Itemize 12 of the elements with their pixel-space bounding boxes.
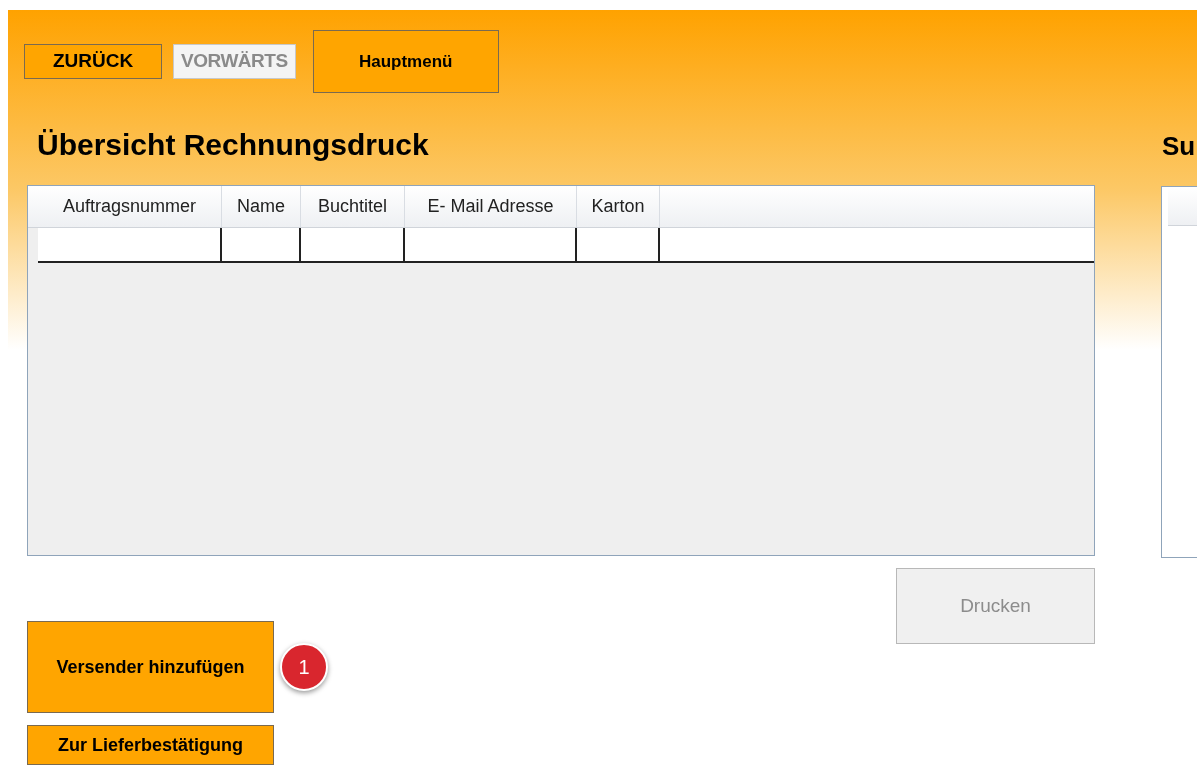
step-badge: 1 (280, 643, 328, 691)
delivery-confirmation-button[interactable]: Zur Lieferbestätigung (27, 725, 274, 765)
column-header[interactable]: Name (222, 186, 301, 227)
column-header[interactable]: Buchtitel (301, 186, 405, 227)
page-title: Übersicht Rechnungsdruck (37, 127, 430, 163)
main-menu-button[interactable]: Hauptmenü (312, 30, 499, 93)
column-header[interactable]: E- Mail Adresse (405, 186, 577, 227)
column-header[interactable]: Karton (577, 186, 660, 227)
section-title: Su (1162, 130, 1197, 163)
add-sender-button[interactable]: Versender hinzufügen (27, 621, 274, 713)
back-button[interactable]: ZURÜCK (24, 44, 162, 79)
column-header[interactable]: Auftragsnummer (38, 186, 222, 227)
